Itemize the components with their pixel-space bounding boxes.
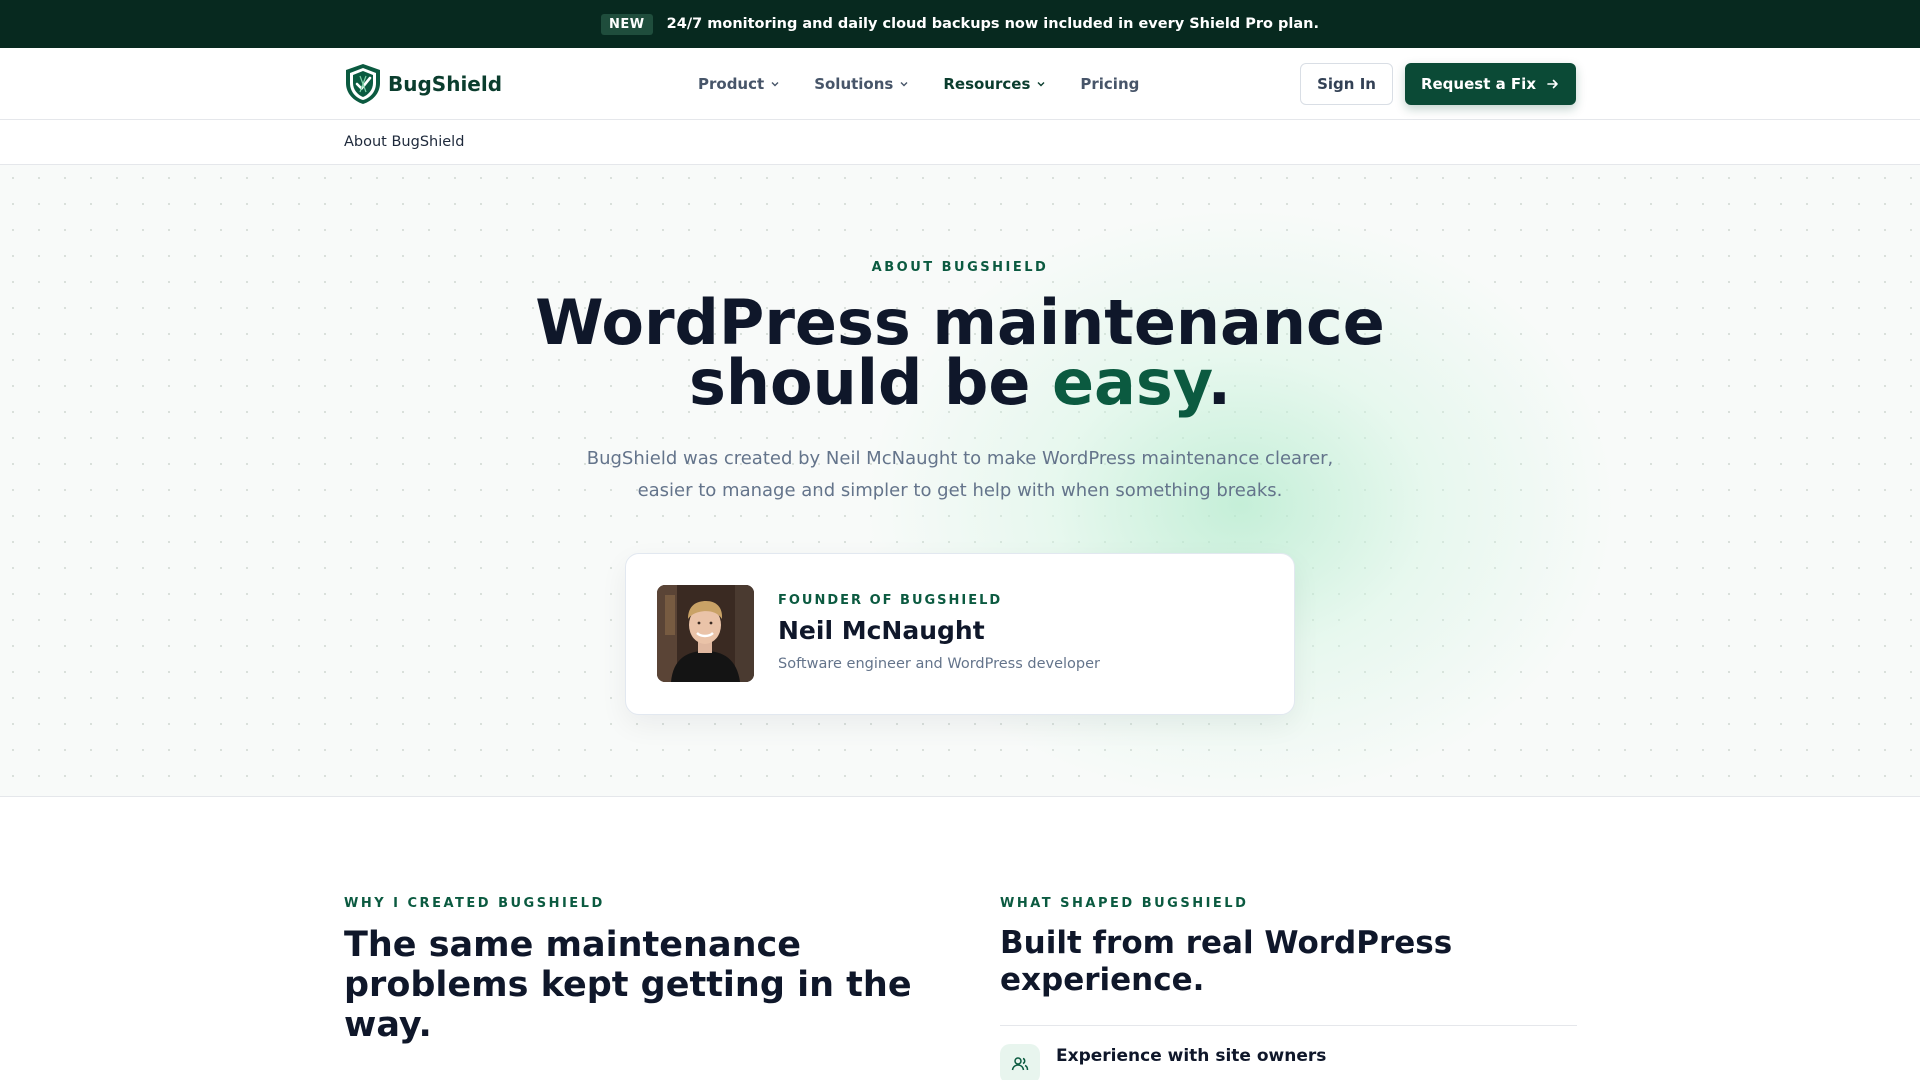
announcement-bar: NEW 24/7 monitoring and daily cloud back… [0, 0, 1920, 48]
founder-name: Neil McNaught [778, 616, 985, 645]
request-fix-label: Request a Fix [1420, 75, 1536, 93]
shaped-heading: Built from real WordPress experience. [1000, 925, 1453, 998]
founder-role: FOUNDER OF BUGSHIELD [778, 593, 1003, 608]
experience-item-title: Experience with site owners [1056, 1046, 1327, 1066]
shield-logo-icon [346, 64, 380, 104]
hero-title-end: . [1207, 346, 1232, 419]
new-badge: NEW [601, 13, 653, 35]
nav-solutions[interactable]: Solutions [814, 75, 909, 93]
hero-lede: BugShield was created by Neil McNaught t… [586, 448, 1334, 501]
hero-eyebrow: ABOUT BUGSHIELD [871, 260, 1049, 275]
nav-label: Product [698, 75, 765, 93]
shaped-column: WHAT SHAPED BUGSHIELD Built from real Wo… [1000, 896, 1577, 1080]
why-kicker: WHY I CREATED BUGSHIELD [344, 896, 605, 911]
experience-item: Experience with site owners [1000, 1044, 1577, 1080]
hero-title-accent: easy [1051, 346, 1208, 419]
nav-resources[interactable]: Resources [943, 75, 1046, 93]
brand-name: BugShield [388, 72, 503, 96]
arrow-right-icon [1547, 79, 1558, 89]
why-heading: The same maintenance problems kept getti… [344, 925, 912, 1045]
nav-label: Resources [943, 75, 1031, 93]
announcement-message: 24/7 monitoring and daily cloud backups … [666, 16, 1319, 32]
hero-title-line2: should be [688, 346, 1052, 419]
header-actions: Sign In Request a Fix [1300, 63, 1576, 105]
brand-logo[interactable]: BugShield [344, 63, 502, 105]
main-nav: Product Solutions Resources Pricing [698, 75, 1139, 93]
divider [1000, 1025, 1577, 1026]
hero-section: ABOUT BUGSHIELD WordPress maintenance sh… [0, 165, 1920, 797]
chevron-down-icon [771, 82, 779, 87]
request-fix-button[interactable]: Request a Fix [1404, 63, 1576, 105]
users-icon [1000, 1044, 1040, 1080]
nav-label: Solutions [814, 75, 894, 93]
site-header: BugShield Product Solutions Resources Pr… [0, 48, 1920, 120]
shaped-kicker: WHAT SHAPED BUGSHIELD [1000, 896, 1249, 911]
founder-photo [657, 585, 754, 682]
story-section: WHY I CREATED BUGSHIELD The same mainten… [0, 797, 1920, 1080]
breadcrumb-current: About BugShield [344, 134, 465, 150]
hero-title: WordPress maintenance should be easy. [0, 292, 1920, 414]
founder-description: Software engineer and WordPress develope… [778, 656, 1101, 672]
sign-in-button[interactable]: Sign In [1300, 63, 1393, 105]
why-column: WHY I CREATED BUGSHIELD The same mainten… [344, 896, 944, 1045]
chevron-down-icon [900, 82, 908, 87]
chevron-down-icon [1037, 82, 1045, 87]
nav-label: Pricing [1080, 75, 1140, 93]
founder-card: FOUNDER OF BUGSHIELD Neil McNaught Softw… [625, 553, 1295, 715]
nav-pricing[interactable]: Pricing [1080, 75, 1139, 93]
breadcrumb: About BugShield [0, 120, 1920, 165]
nav-product[interactable]: Product [698, 75, 780, 93]
